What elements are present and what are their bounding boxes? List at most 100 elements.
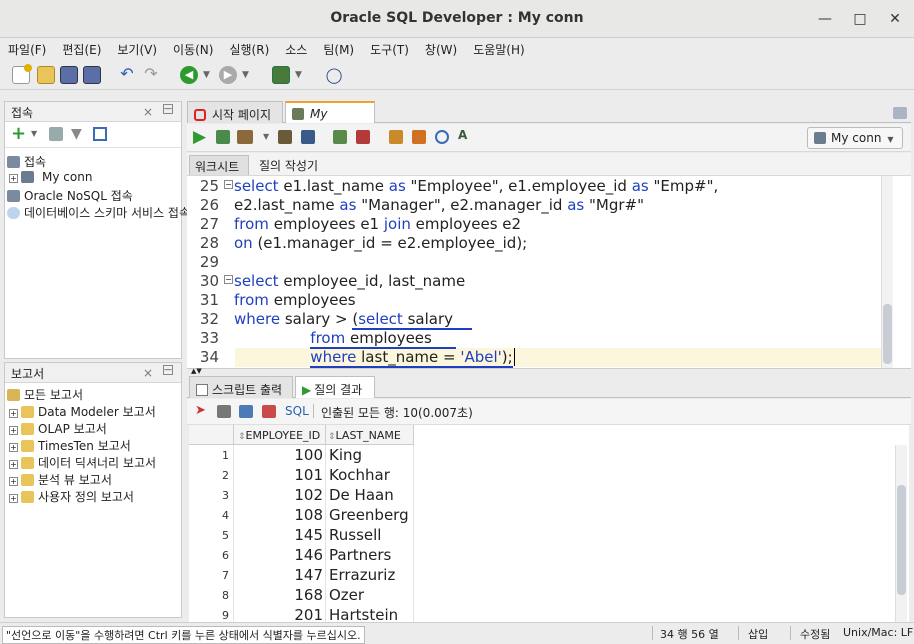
tab-list-icon[interactable] <box>893 107 907 119</box>
cancel-query-icon[interactable] <box>262 405 276 418</box>
code-line-34: where last_name = 'Abel'); <box>234 348 520 368</box>
tab-query-result[interactable]: ▶질의 결과× <box>295 376 375 412</box>
menu-tools[interactable]: 도구(T) <box>362 38 417 58</box>
menu-source[interactable]: 소스 <box>277 38 315 58</box>
back-icon[interactable]: ◀ <box>180 66 198 84</box>
expand-icon[interactable]: + <box>9 477 18 486</box>
tab-start-page[interactable]: 시작 페이지 <box>187 101 283 123</box>
tree-item-connections[interactable]: 접속 <box>5 153 181 170</box>
close-window-button[interactable]: ✕ <box>884 8 906 30</box>
expand-icon[interactable]: + <box>9 174 18 183</box>
unshared-sql-icon[interactable] <box>389 130 403 144</box>
close-panel-icon[interactable]: × <box>143 105 153 119</box>
add-dropdown-icon[interactable]: ▼ <box>31 129 37 138</box>
code-editor[interactable]: 25 − select e1.last_name as "Employee", … <box>187 175 911 368</box>
menu-edit[interactable]: 편집(E) <box>54 38 109 58</box>
expand-icon[interactable]: + <box>9 409 18 418</box>
splitter[interactable]: ▲▼ <box>187 367 911 375</box>
menu-window[interactable]: 창(W) <box>417 38 465 58</box>
menu-navigate[interactable]: 이동(N) <box>165 38 221 58</box>
connection-selector[interactable]: My conn ▼ <box>807 127 903 149</box>
forward-dropdown-icon[interactable]: ▼ <box>242 66 260 84</box>
refresh-icon[interactable] <box>239 405 253 418</box>
tree-item-report[interactable]: + OLAP 보고서 <box>5 420 181 437</box>
schema-icon[interactable] <box>93 127 107 141</box>
tree-item-my-conn[interactable]: + My conn <box>5 170 181 187</box>
run-script-icon[interactable] <box>216 130 230 144</box>
pin-icon[interactable]: ➤ <box>195 403 206 418</box>
table-row[interactable]: 4 108 Greenberg <box>189 506 414 526</box>
binoculars-icon[interactable]: ◯ <box>325 66 343 84</box>
sql-link[interactable]: SQL <box>285 404 309 418</box>
expand-icon[interactable]: + <box>9 494 18 503</box>
minimize-panel-icon[interactable]: — <box>163 365 173 375</box>
tree-item-report[interactable]: + TimesTen 보고서 <box>5 437 181 454</box>
rollback-icon[interactable] <box>356 130 370 144</box>
menu-view[interactable]: 보기(V) <box>109 38 165 58</box>
table-row[interactable]: 6 146 Partners <box>189 546 414 566</box>
tab-script-output[interactable]: 스크립트 출력× <box>189 376 293 412</box>
table-row[interactable]: 5 145 Russell <box>189 526 414 546</box>
scroll-thumb[interactable] <box>897 485 906 595</box>
menu-team[interactable]: 팀(M) <box>315 38 362 58</box>
menu-help[interactable]: 도움말(H) <box>465 38 533 58</box>
tab-query-builder[interactable]: 질의 작성기 <box>257 157 320 174</box>
commit-transaction-icon[interactable] <box>333 130 347 144</box>
open-folder-icon[interactable] <box>37 66 55 84</box>
table-row[interactable]: 7 147 Errazuriz <box>189 566 414 586</box>
tree-item-schema-service[interactable]: 데이터베이스 스키마 서비스 접속 <box>5 204 190 221</box>
tree-item-report[interactable]: + 데이터 딕셔너리 보고서 <box>5 454 181 471</box>
history-icon[interactable] <box>435 130 449 144</box>
tree-item-report[interactable]: + 사용자 정의 보고서 <box>5 488 181 505</box>
forward-icon[interactable]: ▶ <box>219 66 237 84</box>
autotrace-icon[interactable] <box>301 130 315 144</box>
dropdown-icon[interactable]: ▼ <box>263 132 269 141</box>
add-connection-icon[interactable]: + <box>11 123 26 144</box>
column-header-employee-id[interactable]: ⇕EMPLOYEE_ID <box>233 425 325 445</box>
grid-vscrollbar[interactable] <box>895 445 907 622</box>
scroll-thumb[interactable] <box>883 304 892 364</box>
close-panel-icon[interactable]: × <box>143 366 153 380</box>
table-row[interactable]: 9 201 Hartstein <box>189 606 414 622</box>
menu-file[interactable]: 파일(F) <box>0 38 54 58</box>
print-icon[interactable] <box>217 405 231 418</box>
editor-vscrollbar[interactable] <box>881 176 893 368</box>
tree-item-all-reports[interactable]: 모든 보고서 <box>5 386 181 403</box>
save-icon[interactable] <box>60 66 78 84</box>
table-row[interactable]: 1 100 King <box>189 446 414 466</box>
sql-dropdown-icon[interactable]: ▼ <box>295 66 313 84</box>
format-icon[interactable]: A <box>458 128 467 142</box>
tree-item-nosql[interactable]: Oracle NoSQL 접속 <box>5 187 181 204</box>
results-grid[interactable]: ⇕EMPLOYEE_ID ⇕LAST_NAME 1 100 King 2 101 Koc… <box>189 425 909 622</box>
fold-icon[interactable]: − <box>224 180 233 189</box>
clear-icon[interactable] <box>412 130 426 144</box>
expand-icon[interactable]: + <box>9 460 18 469</box>
minimize-button[interactable]: — <box>814 8 836 30</box>
new-file-icon[interactable] <box>12 64 32 84</box>
run-statement-icon[interactable]: ▶ <box>193 127 206 147</box>
tree-item-report[interactable]: + 분석 뷰 보고서 <box>5 471 181 488</box>
column-header-last-name[interactable]: ⇕LAST_NAME <box>325 425 414 445</box>
table-row[interactable]: 2 101 Kochhar <box>189 466 414 486</box>
minimize-panel-icon[interactable]: — <box>163 104 173 114</box>
table-row[interactable]: 3 102 De Haan <box>189 486 414 506</box>
explain-plan-icon[interactable] <box>278 130 292 144</box>
refresh-icon[interactable] <box>49 127 63 141</box>
menu-run[interactable]: 실행(R) <box>221 38 277 58</box>
fold-icon[interactable]: − <box>224 275 233 284</box>
commit-icon[interactable] <box>237 130 253 144</box>
expand-icon[interactable]: + <box>9 426 18 435</box>
expand-icon[interactable]: + <box>9 443 18 452</box>
collapse-up-icon[interactable]: ▲▼ <box>191 367 202 375</box>
line-number: 33 <box>199 329 219 347</box>
undo-icon[interactable]: ↶ <box>118 66 136 84</box>
redo-icon[interactable]: ↷ <box>142 66 160 84</box>
tree-item-report[interactable]: + Data Modeler 보고서 <box>5 403 181 420</box>
save-all-icon[interactable] <box>83 66 101 84</box>
maximize-button[interactable]: □ <box>849 8 871 30</box>
tab-worksheet[interactable]: 워크시트 <box>189 155 249 175</box>
filter-icon[interactable]: ▼ <box>71 126 82 142</box>
table-row[interactable]: 8 168 Ozer <box>189 586 414 606</box>
sql-worksheet-icon[interactable] <box>272 66 290 84</box>
tab-my-conn[interactable]: My conn× <box>285 101 375 135</box>
